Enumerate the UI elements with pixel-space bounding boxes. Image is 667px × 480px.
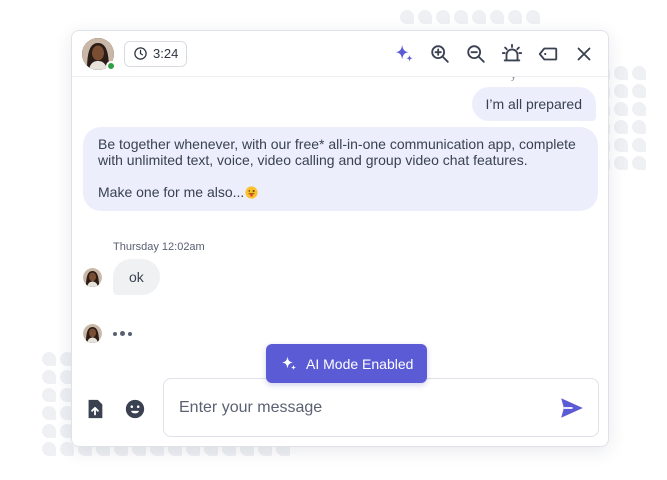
online-status-dot [106, 60, 116, 71]
emoji-button[interactable] [123, 397, 147, 421]
message-list[interactable]: y I’m all prepared Be together whenever,… [72, 71, 608, 367]
message-input-box [163, 378, 599, 437]
typing-indicator [113, 331, 132, 336]
header-actions [392, 42, 596, 66]
zoom-in-button[interactable] [428, 42, 452, 66]
timer-value: 3:24 [153, 46, 179, 61]
zoom-out-button[interactable] [464, 42, 488, 66]
chat-header: 3:24 [72, 31, 608, 77]
chat-window: 3:24 I’m all prepared Be together whenev… [71, 30, 609, 447]
zoom-out-icon [467, 44, 485, 63]
outgoing-message-text: I’m all prepared [485, 96, 583, 112]
upload-file-button[interactable] [83, 397, 107, 421]
typing-photo [83, 324, 102, 343]
sender-photo [83, 267, 102, 287]
message-composer [72, 378, 608, 446]
zoom-in-icon [431, 44, 449, 63]
message-paragraph-2: Make one for me also... [98, 184, 583, 200]
send-button[interactable] [558, 394, 586, 422]
ai-sparkle-button[interactable] [392, 42, 416, 66]
clock-icon [134, 47, 147, 60]
ai-sparkle-icon [395, 44, 413, 62]
close-button[interactable] [572, 42, 596, 66]
alert-siren-icon [501, 43, 523, 61]
message-paragraph-text: Make one for me also... [98, 184, 245, 200]
ai-sparkle-icon [282, 356, 297, 370]
incoming-message-row: ok [83, 259, 160, 295]
sender-avatar [83, 267, 102, 287]
ai-mode-badge[interactable]: AI Mode Enabled [266, 344, 428, 383]
outgoing-message: I’m all prepared [471, 87, 596, 121]
tag-label-icon [538, 47, 558, 60]
emoji-icon [125, 399, 145, 419]
message-timestamp: Thursday 12:02am [113, 241, 205, 253]
close-icon [577, 47, 591, 60]
ai-mode-label: AI Mode Enabled [306, 355, 414, 372]
alert-button[interactable] [500, 42, 524, 66]
background-pattern-top [400, 10, 540, 24]
tag-button[interactable] [536, 42, 560, 66]
tongue-out-emoji-icon [245, 186, 258, 199]
contact-avatar[interactable] [82, 37, 116, 71]
message-paragraph: Be together whenever, with our free* all… [98, 136, 576, 168]
upload-file-icon [88, 399, 103, 419]
typing-indicator-row [83, 324, 132, 343]
incoming-message: ok [113, 259, 160, 295]
send-icon [561, 397, 583, 418]
call-timer: 3:24 [124, 40, 188, 67]
message-input[interactable] [179, 398, 558, 417]
incoming-message-long: Be together whenever, with our free* all… [83, 127, 598, 211]
typing-avatar [83, 324, 102, 343]
incoming-message-text: ok [129, 269, 144, 285]
